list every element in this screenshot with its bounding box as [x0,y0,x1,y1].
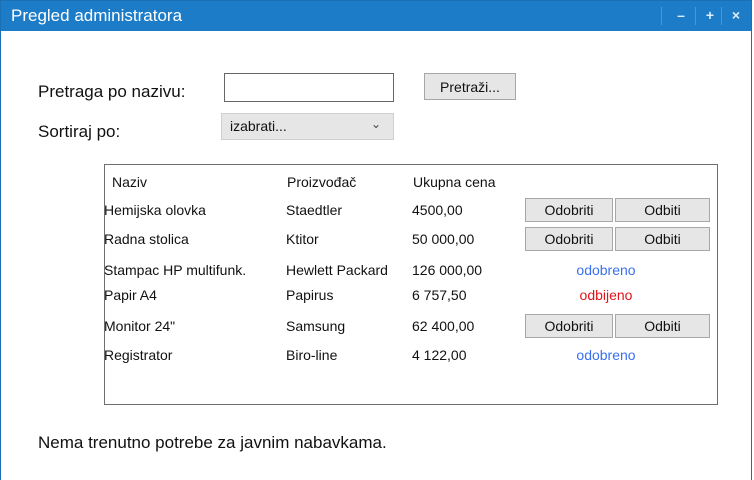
search-label: Pretraga po nazivu: [38,82,186,101]
status-text: odobreno [576,262,636,278]
cell-name: Papir A4 [104,287,157,303]
search-button[interactable]: Pretraži... [424,73,516,100]
cell-maker: Staedtler [286,202,343,218]
sort-selected-value: izabrati... [230,118,287,134]
sort-select[interactable]: izabrati... ⌄ [221,113,394,140]
sort-label: Sortiraj po: [38,122,121,141]
search-input[interactable] [224,73,394,102]
cell-price: 4500,00 [412,202,463,218]
reject-button[interactable]: Odbiti [615,227,710,251]
column-header-name: Naziv [112,174,148,190]
cell-price: 62 400,00 [412,318,475,334]
title-separator [695,7,696,25]
chevron-down-icon: ⌄ [370,117,381,131]
cell-price: 4 122,00 [412,347,467,363]
status-text: odbijeno [579,287,633,303]
cell-maker: Papirus [286,287,334,303]
approve-button[interactable]: Odobriti [525,198,613,222]
title-bar: Pregled administratora – + × [1,1,751,31]
approve-button[interactable]: Odobriti [525,227,613,251]
cell-name: Stampac HP multifunk. [104,262,247,278]
status-message: Nema trenutno potrebe za javnim nabavkam… [38,433,387,452]
column-header-price: Ukupna cena [413,174,496,190]
title-separator [721,7,722,25]
window-title: Pregled administratora [11,6,183,25]
cell-name: Registrator [104,347,173,363]
cell-name: Hemijska olovka [104,202,206,218]
cell-price: 6 757,50 [412,287,467,303]
admin-window: Pregled administratora – + × Pretraga po… [0,0,752,480]
column-header-maker: Proizvođač [287,174,357,190]
cell-maker: Ktitor [286,231,319,247]
cell-maker: Hewlett Packard [286,262,388,278]
cell-price: 126 000,00 [412,262,483,278]
orders-table: Naziv Proizvođač Ukupna cena Hemijska ol… [104,164,718,405]
title-separator [661,7,662,25]
cell-name: Monitor 24" [104,318,176,334]
cell-maker: Biro-line [286,347,338,363]
close-icon[interactable]: × [729,8,743,22]
cell-price: 50 000,00 [412,231,475,247]
reject-button[interactable]: Odbiti [615,314,710,338]
cell-name: Radna stolica [104,231,189,247]
reject-button[interactable]: Odbiti [615,198,710,222]
maximize-icon[interactable]: + [703,8,717,22]
minimize-icon[interactable]: – [674,8,688,22]
cell-maker: Samsung [286,318,346,334]
approve-button[interactable]: Odobriti [525,314,613,338]
status-text: odobreno [576,347,636,363]
